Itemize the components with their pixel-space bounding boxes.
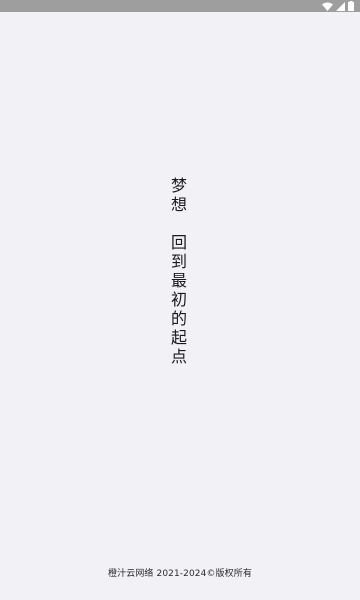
slogan-dream: 梦想: [170, 176, 187, 214]
copyright-footer: 橙汁云网络 2021-2024©版权所有: [108, 569, 252, 579]
slogan-gap: [169, 214, 189, 233]
status-bar: [0, 0, 360, 12]
battery-icon: [348, 1, 354, 11]
signal-icon: [336, 1, 345, 11]
slogan-return: 回到最初的起点: [170, 233, 187, 366]
status-icons: [322, 1, 354, 11]
wifi-icon: [322, 2, 333, 11]
slogan: 梦想 回到最初的起点: [169, 176, 189, 366]
